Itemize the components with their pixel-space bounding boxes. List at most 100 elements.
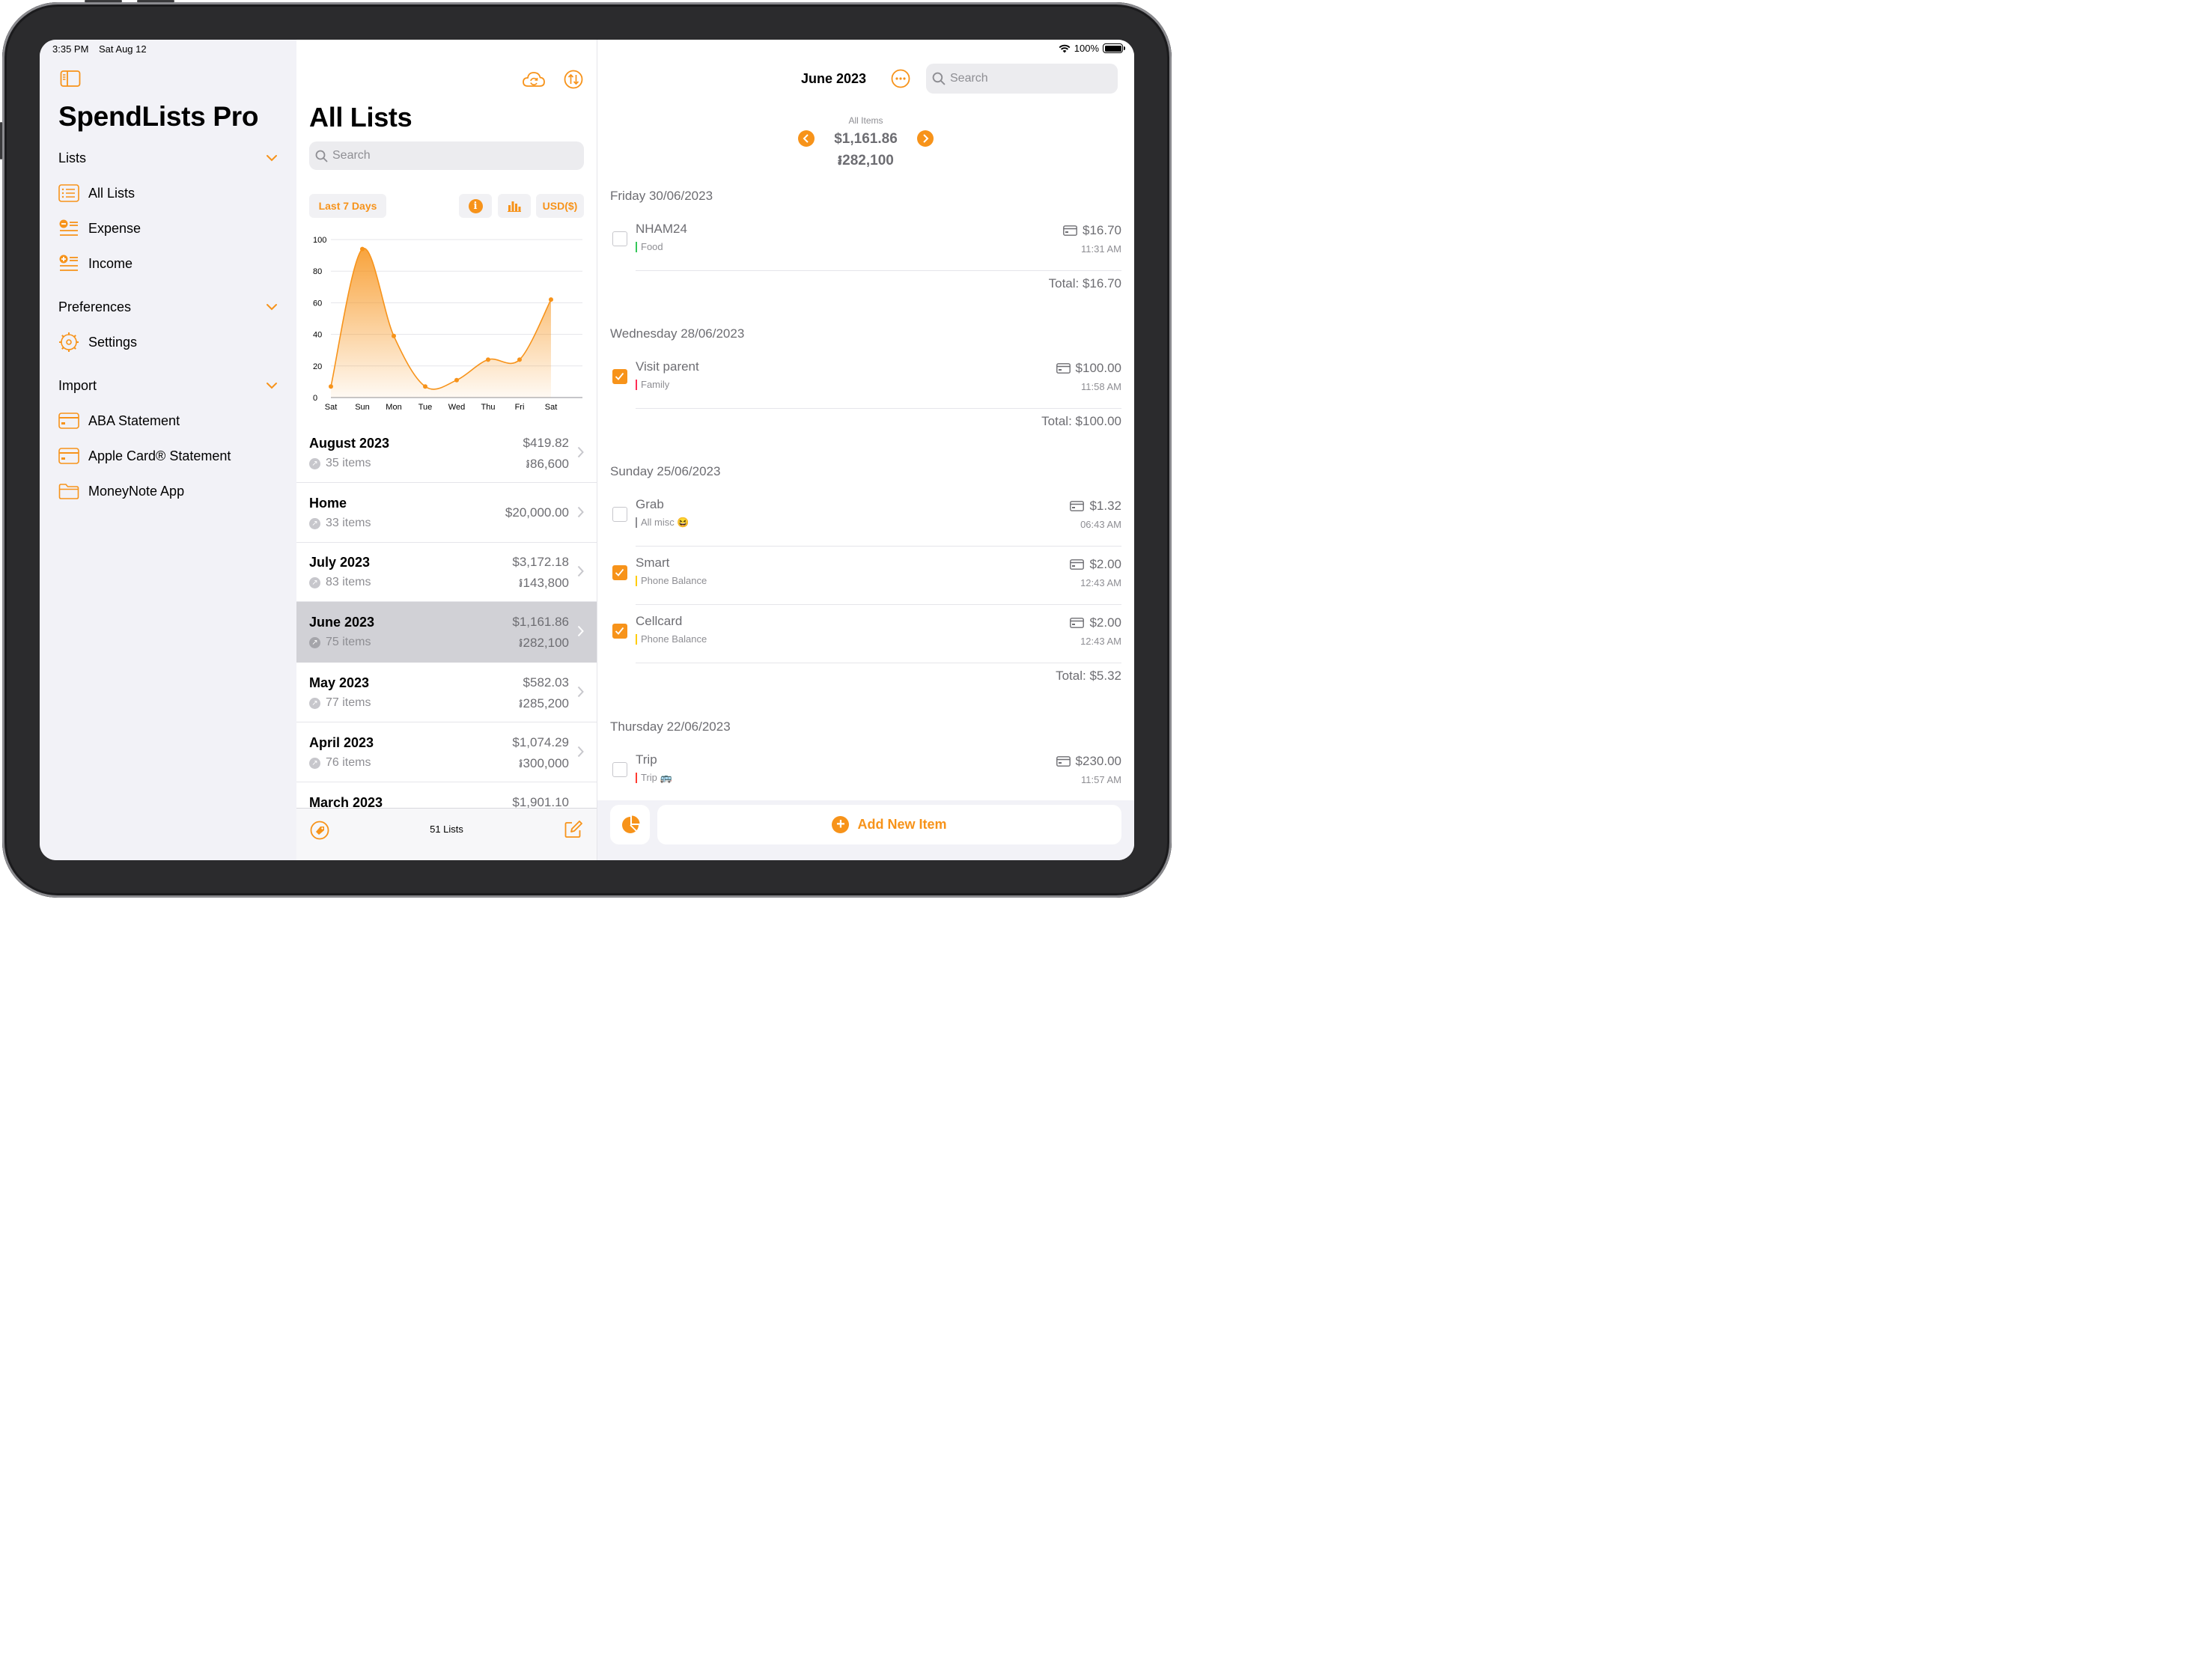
item-checkbox[interactable] xyxy=(612,624,627,639)
lists-search-input[interactable]: Search xyxy=(309,141,584,170)
app-title: SpendLists Pro xyxy=(58,101,259,132)
list-row-april-2023[interactable]: April 2023 ↗ 76 items $1,074.29 ៛300,000 xyxy=(296,722,597,782)
section-import[interactable]: Import xyxy=(58,378,97,394)
statistics-button[interactable] xyxy=(610,805,650,844)
sidebar-item-label: Settings xyxy=(88,334,138,350)
next-month-button[interactable] xyxy=(917,130,934,147)
item-category: Family xyxy=(636,380,669,390)
compose-icon[interactable] xyxy=(564,820,583,839)
tag-icon: ↗ xyxy=(309,576,320,588)
count-text: 77 items xyxy=(326,696,371,709)
item-name: Grab xyxy=(636,497,664,511)
item-checkbox[interactable] xyxy=(612,231,627,246)
detail-title: June 2023 xyxy=(801,71,867,86)
sidebar-toggle-icon[interactable] xyxy=(60,70,81,88)
sidebar: SpendLists Pro Lists All Lists Expense I… xyxy=(40,40,296,860)
expense-item[interactable]: Cellcard Phone Balance $2.00 12:43 AM xyxy=(610,605,1121,663)
list-row-june-2023[interactable]: June 2023 ↗ 75 items $1,161.86 ៛282,100 xyxy=(296,602,597,663)
list-amount: $3,172.18 xyxy=(512,555,569,569)
list-row-july-2023[interactable]: July 2023 ↗ 83 items $3,172.18 ៛143,800 xyxy=(296,542,597,602)
list-item-count: ↗ 76 items xyxy=(309,756,371,770)
income-icon xyxy=(58,254,79,273)
currency-selector[interactable]: USD($) xyxy=(536,194,584,218)
pie-chart-icon xyxy=(621,815,639,833)
section-preferences[interactable]: Preferences xyxy=(58,299,131,315)
folder-icon xyxy=(58,481,79,501)
item-price: $100.00 xyxy=(1056,361,1121,376)
search-placeholder: Search xyxy=(950,72,988,85)
item-name: Cellcard xyxy=(636,614,683,628)
list-riel-amount: ៛285,200 xyxy=(519,696,569,710)
list-amount: $1,074.29 xyxy=(512,735,569,749)
summary-riel-amount: ៛282,100 xyxy=(838,153,894,168)
list-row-may-2023[interactable]: May 2023 ↗ 77 items $582.03 ៛285,200 xyxy=(296,663,597,722)
sidebar-item-label: Income xyxy=(88,255,133,271)
add-button-label: Add New Item xyxy=(857,817,947,832)
sidebar-item-all-lists[interactable]: All Lists xyxy=(58,182,135,204)
item-price: $230.00 xyxy=(1056,754,1121,769)
expense-item[interactable]: Trip Trip 🚌 $230.00 11:57 AM xyxy=(610,743,1121,802)
search-placeholder: Search xyxy=(332,149,371,162)
sidebar-item-income[interactable]: Income xyxy=(58,252,133,275)
item-checkbox[interactable] xyxy=(612,565,627,580)
card-icon xyxy=(1063,225,1077,236)
section-lists[interactable]: Lists xyxy=(58,150,86,166)
chart-x-tick-label: Sat xyxy=(545,403,558,412)
item-name: Trip xyxy=(636,752,657,767)
list-name: August 2023 xyxy=(309,436,390,451)
item-price: $1.32 xyxy=(1070,499,1121,514)
expense-item[interactable]: NHAM24 Food $16.70 11:31 AM xyxy=(610,213,1121,271)
chart-x-tick-label: Sun xyxy=(355,403,370,412)
search-icon xyxy=(932,72,946,85)
sidebar-item-label: MoneyNote App xyxy=(88,483,185,499)
item-time: 11:58 AM xyxy=(1081,381,1121,392)
sort-icon[interactable] xyxy=(561,68,585,91)
item-checkbox[interactable] xyxy=(612,507,627,522)
items-search-input[interactable]: Search xyxy=(926,64,1118,94)
sidebar-item-settings[interactable]: Settings xyxy=(58,331,137,353)
chevron-left-icon xyxy=(803,134,809,143)
list-item-count: ↗ 83 items xyxy=(309,576,371,589)
list-riel-amount: ៛300,000 xyxy=(519,756,569,770)
date-range-filter[interactable]: Last 7 Days xyxy=(309,194,386,218)
expense-item[interactable]: Smart Phone Balance $2.00 12:43 AM xyxy=(610,547,1121,605)
list-icon xyxy=(58,183,79,203)
item-time: 11:31 AM xyxy=(1081,243,1121,255)
item-checkbox[interactable] xyxy=(612,762,627,777)
count-text: 35 items xyxy=(326,457,371,469)
sidebar-item-moneynote-app[interactable]: MoneyNote App xyxy=(58,480,184,502)
sidebar-item-apple-card-statement[interactable]: Apple Card® Statement xyxy=(58,445,231,467)
info-button[interactable]: i xyxy=(459,194,492,218)
chart-type-button[interactable] xyxy=(498,194,531,218)
item-checkbox[interactable] xyxy=(612,369,627,384)
lists-count: 51 Lists xyxy=(430,824,463,835)
chevron-down-icon[interactable] xyxy=(265,153,278,162)
chart-x-tick-label: Wed xyxy=(448,403,465,412)
more-options-icon[interactable] xyxy=(891,69,910,88)
item-category: Food xyxy=(636,242,663,252)
expense-item[interactable]: Visit parent Family $100.00 11:58 AM xyxy=(610,350,1121,409)
status-date: Sat Aug 12 xyxy=(99,43,147,55)
top-button xyxy=(137,0,174,2)
chart-x-tick-label: Thu xyxy=(481,403,496,412)
expense-item[interactable]: Grab All misc 😆 $1.32 06:43 AM xyxy=(610,488,1121,547)
total-label: Total: xyxy=(1041,414,1072,428)
summary-amount: $1,161.86 xyxy=(834,131,898,147)
day-total: Total: $100.00 xyxy=(1041,414,1121,429)
sidebar-item-expense[interactable]: Expense xyxy=(58,217,141,240)
chevron-down-icon[interactable] xyxy=(265,302,278,311)
sidebar-item-aba-statement[interactable]: ABA Statement xyxy=(58,410,180,432)
list-riel-amount: ៛282,100 xyxy=(519,636,569,650)
chart-y-tick-label: 80 xyxy=(313,267,322,276)
expense-icon xyxy=(58,219,79,238)
chevron-down-icon[interactable] xyxy=(265,381,278,390)
list-row-home[interactable]: Home ↗ 33 items $20,000.00 xyxy=(296,483,597,543)
previous-month-button[interactable] xyxy=(798,130,815,147)
cloud-sync-icon[interactable] xyxy=(522,68,546,91)
chart-point xyxy=(360,246,365,252)
list-name: June 2023 xyxy=(309,615,375,630)
add-new-item-button[interactable]: + Add New Item xyxy=(657,805,1121,844)
list-row-august-2023[interactable]: August 2023 ↗ 35 items $419.82 ៛86,600 xyxy=(296,423,597,483)
card-icon xyxy=(1056,363,1071,374)
price-text: $2.00 xyxy=(1089,615,1121,630)
